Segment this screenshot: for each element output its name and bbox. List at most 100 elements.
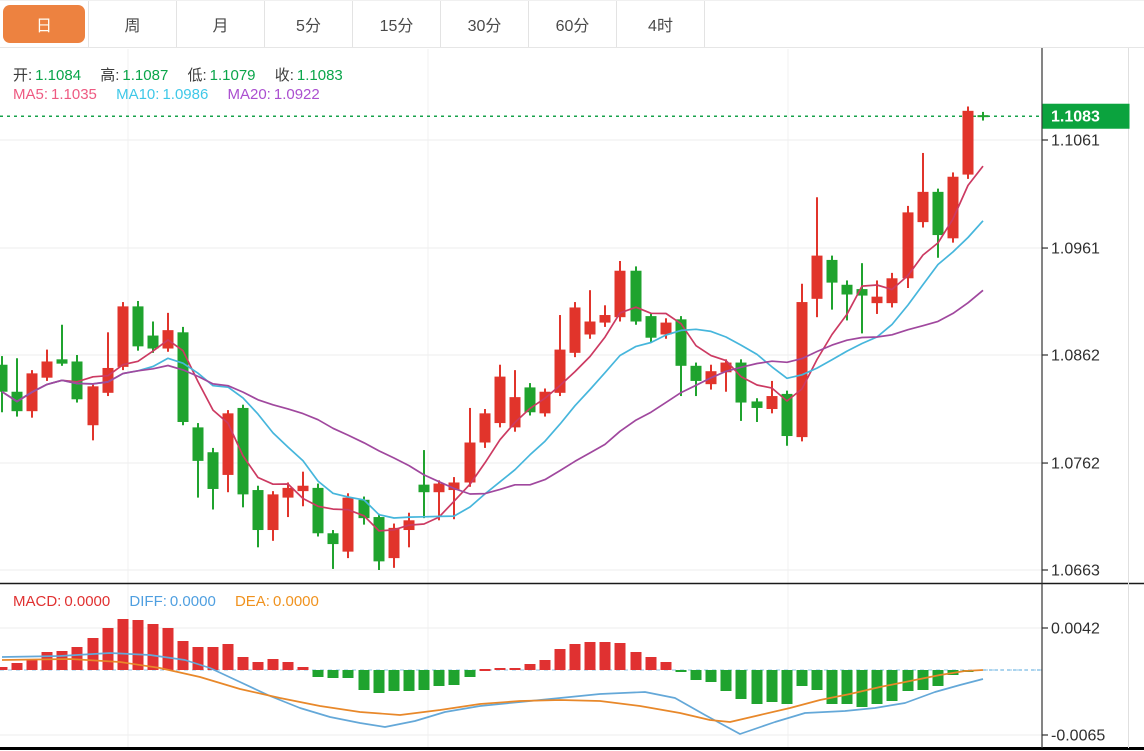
candle-body <box>948 177 959 239</box>
macd-bar <box>721 670 732 691</box>
macd-bar <box>359 670 370 690</box>
ma20-legend: MA20:1.0922 <box>228 86 320 103</box>
candle-body <box>480 413 491 442</box>
candle-body <box>600 315 611 323</box>
candlestick-series <box>0 107 989 570</box>
tab-月[interactable]: 月 <box>176 1 264 47</box>
candle-body <box>887 278 898 303</box>
macd-bar <box>646 657 657 670</box>
macd-bar <box>812 670 823 690</box>
candle-body <box>812 256 823 299</box>
macd-bar <box>480 669 491 671</box>
high-value: 1.1087 <box>122 67 168 84</box>
candle-body <box>57 359 68 363</box>
chart-canvas[interactable]: 1.10611.09611.08621.07621.06630.0042-0.0… <box>0 0 1144 751</box>
ohlc-legend: 开:1.1084 高:1.1087 低:1.1079 收:1.1083 <box>13 64 358 85</box>
tab-15分[interactable]: 15分 <box>352 1 440 47</box>
candle-body <box>253 490 264 530</box>
macd-bar <box>600 642 611 670</box>
candle-body <box>933 192 944 235</box>
macd-bar <box>223 644 234 670</box>
macd-bar <box>103 628 114 670</box>
axis-tick-label: 1.1061 <box>1051 133 1100 150</box>
ohlc-low: 低:1.1079 <box>187 67 255 84</box>
macd-bar <box>797 670 808 686</box>
macd-bar <box>465 670 476 677</box>
macd-bar <box>691 670 702 680</box>
close-value: 1.1083 <box>297 67 343 84</box>
trading-chart-window: 1.10611.09611.08621.07621.06630.0042-0.0… <box>0 0 1144 751</box>
candle-body <box>389 528 400 558</box>
macd-bar <box>133 620 144 670</box>
axis-tick-label: 1.0762 <box>1051 456 1100 473</box>
current-price-tag: 1.1083 <box>1043 104 1130 129</box>
macd-bar <box>419 670 430 690</box>
axis-tick-label: 0.0042 <box>1051 621 1100 638</box>
candle-body <box>615 271 626 317</box>
macd-bar <box>27 659 38 670</box>
candle-body <box>283 488 294 498</box>
ohlc-open: 开:1.1084 <box>13 67 81 84</box>
macd-bar <box>12 663 23 670</box>
macd-bar <box>767 670 778 702</box>
tab-4时[interactable]: 4时 <box>616 1 704 47</box>
macd-bar <box>328 670 339 678</box>
high-label: 高: <box>100 67 119 84</box>
ohlc-close: 收:1.1083 <box>275 67 343 84</box>
axis-tick-label: 1.0663 <box>1051 563 1100 580</box>
macd-bar <box>238 657 249 670</box>
tabbar-filler <box>704 1 1144 47</box>
ma5-legend: MA5:1.1035 <box>13 86 97 103</box>
candle-body <box>978 115 989 117</box>
candle-body <box>570 307 581 352</box>
macd-bar <box>585 642 596 670</box>
macd-bar <box>268 659 279 670</box>
macd-bar <box>389 670 400 691</box>
macd-axis: 0.0042 -0.0065 <box>1042 621 1105 745</box>
candle-body <box>88 386 99 425</box>
macd-bar <box>676 670 687 672</box>
macd-bar <box>208 647 219 670</box>
ohlc-high: 高:1.1087 <box>100 67 168 84</box>
axis-tick-label: 1.0862 <box>1051 348 1100 365</box>
macd-bar <box>525 664 536 670</box>
tab-周[interactable]: 周 <box>88 1 176 47</box>
candle-body <box>827 260 838 283</box>
candle-body <box>918 192 929 222</box>
tab-60分[interactable]: 60分 <box>528 1 616 47</box>
open-value: 1.1084 <box>35 67 81 84</box>
macd-bar <box>615 643 626 670</box>
candle-body <box>133 306 144 346</box>
candle-body <box>585 322 596 335</box>
candle-body <box>374 517 385 561</box>
candle-body <box>691 366 702 381</box>
candle-body <box>963 111 974 175</box>
dea-value-legend: DEA:0.0000 <box>235 593 319 610</box>
candle-body <box>495 377 506 423</box>
candle-body <box>178 332 189 422</box>
macd-bar <box>434 670 445 686</box>
candle-body <box>268 494 279 530</box>
macd-value-legend: MACD:0.0000 <box>13 593 110 610</box>
price-axis: 1.10611.09611.08621.07621.0663 <box>1042 48 1129 748</box>
macd-bar <box>148 624 159 670</box>
ma-legend: MA5:1.1035 MA10:1.0986 MA20:1.0922 <box>13 86 335 103</box>
tab-30分[interactable]: 30分 <box>440 1 528 47</box>
macd-bar <box>374 670 385 693</box>
macd-bar <box>57 651 68 670</box>
macd-legend: MACD:0.0000 DIFF:0.0000 DEA:0.0000 <box>13 593 334 610</box>
macd-bar <box>857 670 868 707</box>
macd-bar <box>495 668 506 670</box>
macd-bar <box>0 667 8 670</box>
axis-tick-label: -0.0065 <box>1051 728 1105 745</box>
candle-body <box>42 361 53 377</box>
macd-bar <box>736 670 747 699</box>
tab-5分[interactable]: 5分 <box>264 1 352 47</box>
macd-bar <box>449 670 460 685</box>
candle-body <box>752 401 763 407</box>
macd-bar <box>555 649 566 670</box>
candle-body <box>298 486 309 491</box>
tab-日[interactable]: 日 <box>3 5 85 43</box>
ma10-legend: MA10:1.0986 <box>116 86 208 103</box>
macd-bar <box>782 670 793 704</box>
